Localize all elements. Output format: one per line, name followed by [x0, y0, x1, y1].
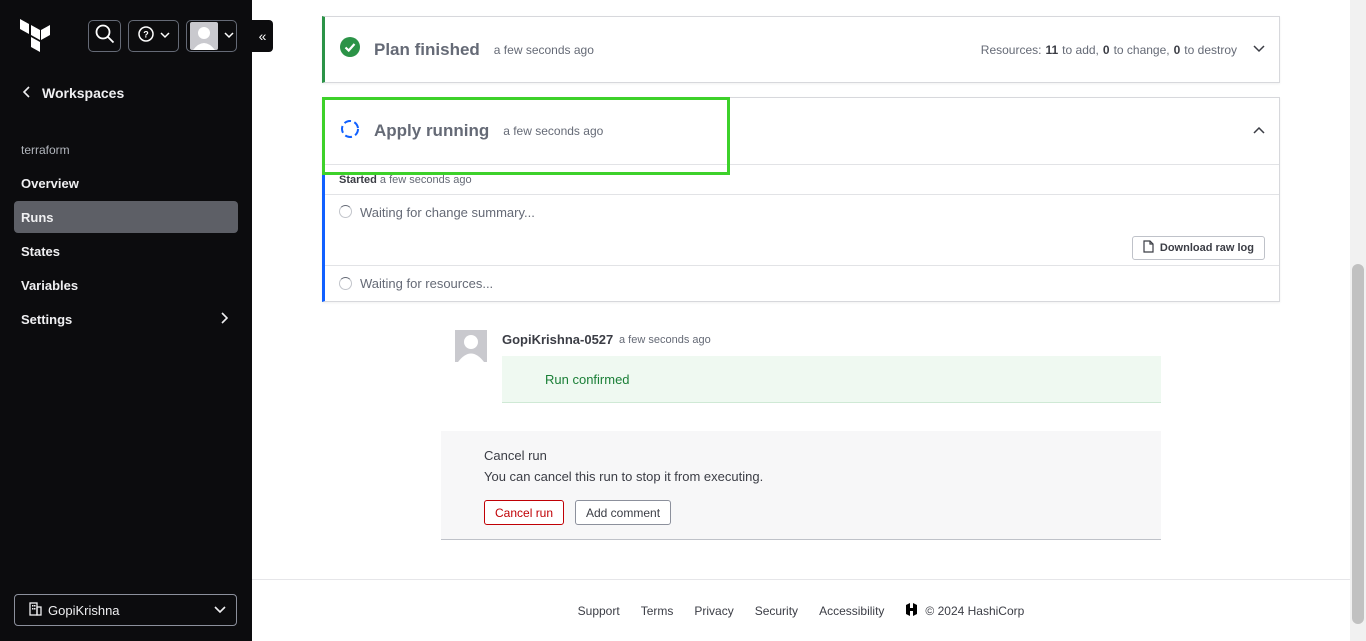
resources-destroy-count: 0 — [1173, 42, 1181, 57]
back-link-label: Workspaces — [42, 85, 125, 101]
loading-spinner-icon — [339, 276, 352, 290]
main-content: Plan finished a few seconds ago Resource… — [252, 0, 1350, 641]
workspace-nav: Overview Runs States Variables Settings — [14, 167, 238, 337]
sidebar-item-label: States — [21, 243, 61, 259]
footer-link-privacy[interactable]: Privacy — [694, 604, 733, 618]
footer-link-support[interactable]: Support — [578, 604, 620, 618]
cancel-run-panel: Cancel run You can cancel this run to st… — [441, 431, 1161, 540]
sidebar-item-overview[interactable]: Overview — [14, 167, 238, 199]
apply-status-card: Apply running a few seconds ago Started … — [322, 97, 1280, 302]
search-button[interactable] — [88, 20, 121, 52]
run-confirmed-text: Run confirmed — [545, 371, 630, 387]
svg-text:?: ? — [143, 29, 149, 39]
copyright-text: © 2024 HashiCorp — [925, 603, 1025, 618]
organization-name: GopiKrishna — [48, 602, 120, 618]
comment-avatar — [455, 330, 487, 362]
help-menu-button[interactable]: ? — [128, 20, 179, 52]
hashicorp-logo-icon — [905, 602, 918, 619]
chevron-up-icon[interactable] — [1253, 124, 1265, 138]
footer-link-accessibility[interactable]: Accessibility — [819, 604, 884, 618]
user-menu-button[interactable] — [186, 20, 237, 52]
resources-change-count: 0 — [1102, 42, 1110, 57]
chevron-left-icon — [22, 85, 32, 101]
avatar — [189, 22, 218, 50]
cancel-run-description: You can cancel this run to stop it from … — [484, 469, 764, 484]
building-icon — [29, 601, 42, 619]
sidebar-item-variables[interactable]: Variables — [14, 269, 238, 301]
loading-spinner-icon — [340, 119, 360, 144]
resources-status: Waiting for resources... — [360, 275, 494, 291]
run-confirmed-message: Run confirmed — [502, 356, 1161, 403]
plan-status-title: Plan finished — [374, 39, 480, 59]
footer: Support Terms Privacy Security Accessibi… — [252, 579, 1350, 641]
add-comment-button[interactable]: Add comment — [575, 500, 672, 525]
chevron-down-icon[interactable] — [1253, 43, 1265, 57]
footer-link-terms[interactable]: Terms — [641, 604, 674, 618]
terraform-logo-icon[interactable] — [19, 19, 53, 53]
search-icon — [95, 24, 115, 49]
workspace-name: terraform — [21, 143, 70, 157]
resources-label: Resources: — [980, 42, 1042, 57]
organization-switcher[interactable]: GopiKrishna — [14, 594, 237, 626]
comment-time: a few seconds ago — [619, 334, 711, 346]
chevron-down-icon — [159, 27, 170, 45]
chevron-right-icon — [220, 311, 229, 327]
chevron-down-icon — [214, 603, 226, 618]
change-summary-row: Waiting for change summary... Download r… — [325, 195, 1279, 266]
apply-started-row: Started a few seconds ago — [325, 165, 1279, 195]
sidebar-item-settings[interactable]: Settings — [14, 303, 238, 335]
download-raw-log-button[interactable]: Download raw log — [1131, 236, 1265, 260]
sidebar-item-label: Settings — [21, 311, 73, 327]
sidebar-item-states[interactable]: States — [14, 235, 238, 267]
started-label: Started — [339, 173, 377, 186]
plan-status-time: a few seconds ago — [493, 42, 594, 57]
resources-destroy-text: to destroy — [1184, 42, 1237, 57]
cancel-run-button[interactable]: Cancel run — [484, 500, 565, 525]
scrollbar-thumb[interactable] — [1352, 264, 1364, 624]
plan-resources-summary: Resources: 11 to add, 0 to change, 0 to … — [981, 43, 1265, 57]
resources-change-text: to change, — [1113, 42, 1170, 57]
resources-row: Waiting for resources... — [325, 266, 1279, 300]
sidebar-item-label: Runs — [21, 209, 54, 225]
loading-spinner-icon — [339, 205, 352, 218]
resources-add-count: 11 — [1045, 42, 1059, 57]
download-raw-log-label: Download raw log — [1159, 242, 1254, 254]
page-scrollbar[interactable] — [1350, 0, 1366, 641]
sidebar-item-label: Variables — [21, 277, 79, 293]
file-icon — [1143, 240, 1154, 256]
check-circle-icon — [340, 37, 360, 62]
sidebar: ? « Workspaces terraform Overview Runs S… — [0, 0, 273, 641]
apply-status-time: a few seconds ago — [503, 124, 604, 138]
sidebar-item-label: Overview — [21, 175, 79, 191]
chevron-down-icon — [223, 27, 234, 45]
help-icon: ? — [137, 25, 154, 47]
sidebar-item-runs[interactable]: Runs — [14, 201, 238, 233]
resources-add-text: to add, — [1062, 42, 1099, 57]
change-summary-status: Waiting for change summary... — [360, 205, 535, 220]
plan-status-card[interactable]: Plan finished a few seconds ago Resource… — [322, 16, 1280, 83]
footer-link-security[interactable]: Security — [755, 604, 798, 618]
back-to-workspaces-link[interactable]: Workspaces — [22, 85, 124, 101]
started-time: a few seconds ago — [379, 173, 472, 186]
comment-author[interactable]: GopiKrishna-0527 — [502, 332, 613, 347]
footer-copyright: © 2024 HashiCorp — [905, 602, 1025, 619]
cancel-run-title: Cancel run — [484, 448, 547, 463]
apply-status-title: Apply running — [374, 121, 490, 140]
apply-status-header[interactable]: Apply running a few seconds ago — [322, 97, 1279, 175]
